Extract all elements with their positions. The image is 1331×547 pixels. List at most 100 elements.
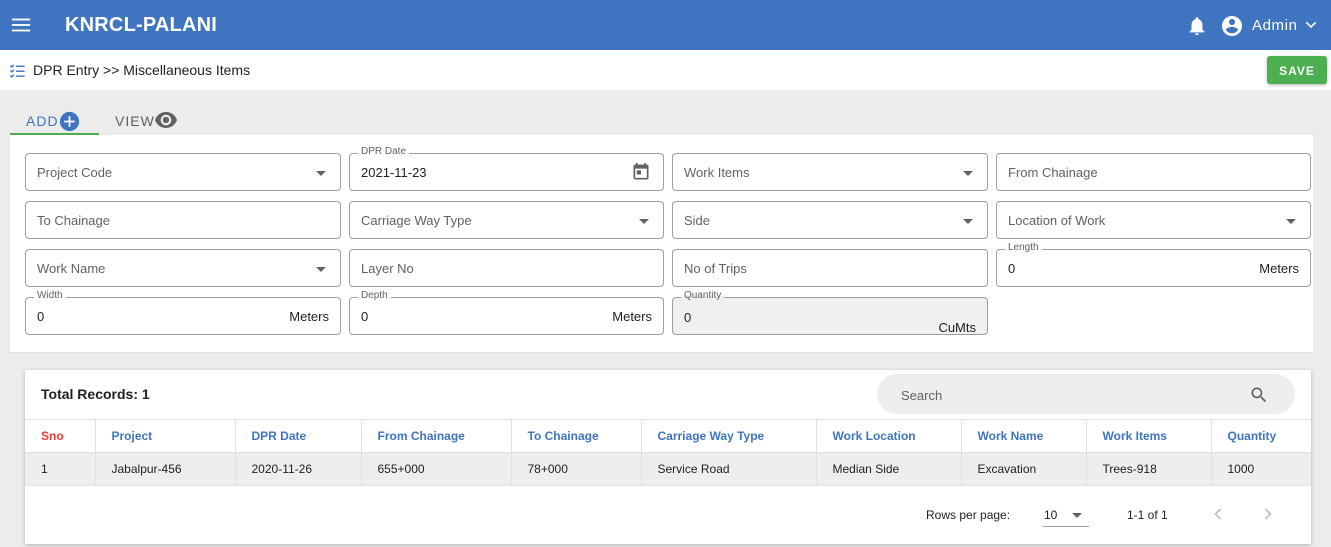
length-value: 0 xyxy=(1008,261,1016,276)
user-name[interactable]: Admin xyxy=(1252,17,1298,34)
dropdown-arrow-icon xyxy=(963,219,973,224)
to-chainage-input[interactable]: To Chainage xyxy=(25,201,341,239)
carriage-way-type-placeholder: Carriage Way Type xyxy=(361,213,472,228)
eye-icon xyxy=(155,112,177,128)
work-name-select[interactable]: Work Name xyxy=(25,249,341,287)
width-input[interactable]: Width 0 Meters xyxy=(25,290,341,335)
quantity-unit: CuMts xyxy=(938,320,976,335)
records-table-card: Total Records: 1 Sno Project DPR Date Fr… xyxy=(25,370,1311,544)
dropdown-arrow-icon xyxy=(316,171,326,176)
records-table: Sno Project DPR Date From Chainage To Ch… xyxy=(25,419,1311,486)
table-cell: 655+000 xyxy=(361,452,512,486)
tab-view[interactable]: VIEW xyxy=(113,105,193,135)
column-header-work-location[interactable]: Work Location xyxy=(816,419,962,453)
dropdown-arrow-icon xyxy=(316,267,326,272)
dropdown-arrow-icon xyxy=(639,219,649,224)
project-code-select[interactable]: Project Code xyxy=(25,153,341,191)
tab-add[interactable]: ADD xyxy=(10,105,99,135)
column-header-to-chainage[interactable]: To Chainage xyxy=(511,419,642,453)
table-cell: Excavation xyxy=(961,452,1087,486)
page-range: 1-1 of 1 xyxy=(1127,508,1168,522)
add-circle-icon xyxy=(59,111,80,132)
width-unit: Meters xyxy=(289,309,329,324)
bell-icon[interactable] xyxy=(1186,15,1208,37)
project-code-placeholder: Project Code xyxy=(37,165,113,180)
column-header-from-chainage[interactable]: From Chainage xyxy=(361,419,512,453)
depth-input[interactable]: Depth 0 Meters xyxy=(349,290,664,335)
tab-bar: ADD VIEW xyxy=(10,105,1313,135)
table-cell: 78+000 xyxy=(511,452,642,486)
work-items-placeholder: Work Items xyxy=(684,165,750,180)
table-cell: Median Side xyxy=(816,452,962,486)
column-header-carriage-way-type[interactable]: Carriage Way Type xyxy=(641,419,817,453)
to-chainage-placeholder: To Chainage xyxy=(37,213,110,228)
rows-per-page-label: Rows per page: xyxy=(926,508,1011,522)
rows-per-page-value: 10 xyxy=(1044,508,1058,522)
length-unit: Meters xyxy=(1259,261,1299,276)
table-cell: 1000 xyxy=(1211,452,1311,486)
location-of-work-select[interactable]: Location of Work xyxy=(996,201,1311,239)
search-icon[interactable] xyxy=(1249,385,1269,405)
quantity-field: Quantity 0 CuMts xyxy=(672,290,988,335)
search-input[interactable] xyxy=(899,384,1243,406)
side-select[interactable]: Side xyxy=(672,201,988,239)
table-header-row: Sno Project DPR Date From Chainage To Ch… xyxy=(25,419,1311,453)
app-title: KNRCL-PALANI xyxy=(65,14,218,36)
location-of-work-placeholder: Location of Work xyxy=(1008,213,1106,228)
quantity-label: Quantity xyxy=(681,290,725,301)
side-placeholder: Side xyxy=(684,213,711,228)
from-chainage-placeholder: From Chainage xyxy=(1008,165,1098,180)
chevron-right-icon[interactable] xyxy=(1258,504,1278,524)
pagination: Rows per page: 10 1-1 of 1 xyxy=(25,500,1311,530)
menu-icon[interactable] xyxy=(10,14,32,36)
length-label: Length xyxy=(1005,242,1042,253)
table-cell: Trees-918 xyxy=(1086,452,1212,486)
width-value: 0 xyxy=(37,309,45,324)
no-of-trips-input[interactable]: No of Trips xyxy=(672,249,988,287)
depth-value: 0 xyxy=(361,309,369,324)
list-check-icon xyxy=(9,64,25,78)
table-row[interactable]: 1 Jabalpur-456 2020-11-26 655+000 78+000… xyxy=(25,452,1311,486)
column-header-work-name[interactable]: Work Name xyxy=(961,419,1087,453)
chevron-down-icon[interactable] xyxy=(1303,17,1319,33)
search-box xyxy=(877,374,1295,414)
width-label: Width xyxy=(34,290,66,301)
column-header-sno[interactable]: Sno xyxy=(25,419,96,453)
length-input[interactable]: Length 0 Meters xyxy=(996,242,1311,287)
no-of-trips-placeholder: No of Trips xyxy=(684,261,747,276)
depth-label: Depth xyxy=(358,290,391,301)
tab-add-label: ADD xyxy=(26,113,59,129)
work-items-select[interactable]: Work Items xyxy=(672,153,988,191)
account-circle-icon[interactable] xyxy=(1220,14,1244,38)
column-header-work-items[interactable]: Work Items xyxy=(1086,419,1212,453)
entry-form: Project Code DPR Date 2021-11-23 Work It… xyxy=(10,135,1313,353)
column-header-dpr-date[interactable]: DPR Date xyxy=(235,419,362,453)
breadcrumb: DPR Entry >> Miscellaneous Items xyxy=(33,62,251,78)
save-button[interactable]: SAVE xyxy=(1267,56,1327,84)
rows-per-page-select[interactable]: 10 xyxy=(1043,502,1089,527)
carriage-way-type-select[interactable]: Carriage Way Type xyxy=(349,201,664,239)
dpr-date-value: 2021-11-23 xyxy=(361,165,427,180)
layer-no-input[interactable]: Layer No xyxy=(349,249,664,287)
chevron-left-icon[interactable] xyxy=(1208,504,1228,524)
depth-unit: Meters xyxy=(612,309,652,324)
calendar-icon[interactable] xyxy=(631,162,651,182)
page-subheader: DPR Entry >> Miscellaneous Items xyxy=(0,50,1331,90)
total-records: Total Records: 1 xyxy=(41,386,150,402)
quantity-value: 0 xyxy=(684,310,692,325)
from-chainage-input[interactable]: From Chainage xyxy=(996,153,1311,191)
dpr-date-field[interactable]: DPR Date 2021-11-23 xyxy=(349,146,664,191)
column-header-project[interactable]: Project xyxy=(95,419,236,453)
work-name-placeholder: Work Name xyxy=(37,261,106,276)
table-cell: 1 xyxy=(25,452,96,486)
table-cell: 2020-11-26 xyxy=(235,452,362,486)
dropdown-arrow-icon xyxy=(963,171,973,176)
column-header-quantity[interactable]: Quantity xyxy=(1211,419,1311,453)
layer-no-placeholder: Layer No xyxy=(361,261,414,276)
table-cell: Service Road xyxy=(641,452,817,486)
dropdown-arrow-icon xyxy=(1286,219,1296,224)
tab-view-label: VIEW xyxy=(115,113,155,129)
app-header: KNRCL-PALANI Admin xyxy=(0,0,1331,50)
table-cell: Jabalpur-456 xyxy=(95,452,236,486)
dpr-date-label: DPR Date xyxy=(358,146,410,157)
